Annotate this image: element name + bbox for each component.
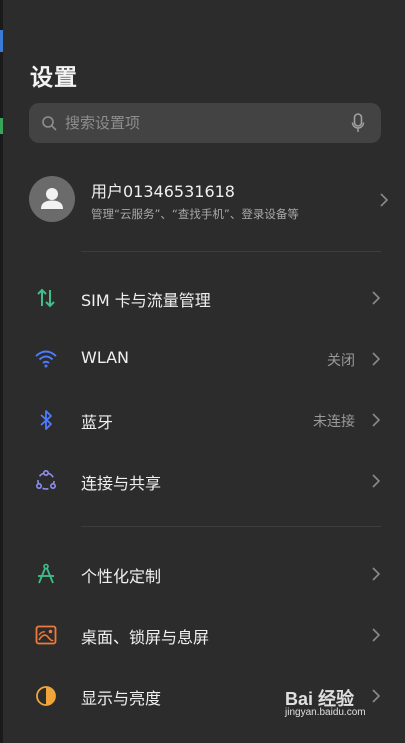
search-input[interactable]	[65, 103, 335, 143]
avatar	[29, 176, 75, 222]
settings-item-label: WLAN	[81, 348, 130, 367]
wifi-icon	[35, 350, 57, 368]
chevron-right-icon	[372, 291, 381, 305]
settings-item-desktop-lockscreen[interactable]: 桌面、锁屏与息屏	[3, 605, 405, 665]
chevron-right-icon	[372, 474, 381, 488]
settings-item-status: 关闭	[327, 353, 355, 369]
bluetooth-icon	[40, 410, 52, 430]
wallpaper-icon	[35, 625, 57, 645]
section-divider	[81, 526, 381, 527]
settings-item-label: SIM 卡与流量管理	[81, 291, 211, 310]
search-icon	[42, 116, 57, 131]
sim-data-icon	[37, 288, 55, 308]
chevron-right-icon	[372, 352, 381, 366]
settings-item-connection-sharing[interactable]: 连接与共享	[3, 451, 405, 511]
settings-item-sim-data[interactable]: SIM 卡与流量管理	[3, 268, 405, 328]
watermark-url: jingyan.baidu.com	[285, 707, 366, 718]
chevron-right-icon	[372, 413, 381, 427]
settings-screen: 设置 用户01346531618 管理“云服务”、“查找手机”、登录设备等	[3, 0, 405, 743]
settings-item-wlan[interactable]: WLAN 关闭	[3, 329, 405, 389]
settings-item-label: 连接与共享	[81, 474, 162, 493]
settings-item-bluetooth[interactable]: 蓝牙 未连接	[3, 390, 405, 450]
settings-item-label: 显示与亮度	[81, 689, 162, 708]
baidu-jingyan-watermark: Bai 经验 jingyan.baidu.com	[285, 685, 381, 721]
user-icon	[41, 188, 63, 209]
chevron-right-icon	[372, 567, 381, 581]
search-bar[interactable]	[29, 103, 381, 143]
account-description: 管理“云服务”、“查找手机”、登录设备等	[91, 207, 299, 221]
microphone-icon[interactable]	[351, 113, 365, 133]
settings-item-personalization[interactable]: 个性化定制	[3, 544, 405, 604]
display-brightness-icon	[36, 686, 56, 706]
account-row[interactable]: 用户01346531618 管理“云服务”、“查找手机”、登录设备等	[29, 172, 389, 232]
settings-item-label: 蓝牙	[81, 413, 114, 432]
settings-item-status: 未连接	[313, 414, 355, 430]
chevron-right-icon	[380, 193, 389, 207]
settings-item-label: 个性化定制	[81, 567, 162, 586]
settings-item-label: 桌面、锁屏与息屏	[81, 628, 210, 647]
personalization-icon	[38, 563, 54, 584]
page-title: 设置	[30, 65, 78, 91]
section-divider	[81, 251, 381, 252]
connection-share-icon	[35, 469, 56, 490]
account-name: 用户01346531618	[91, 182, 235, 201]
chevron-right-icon	[372, 628, 381, 642]
